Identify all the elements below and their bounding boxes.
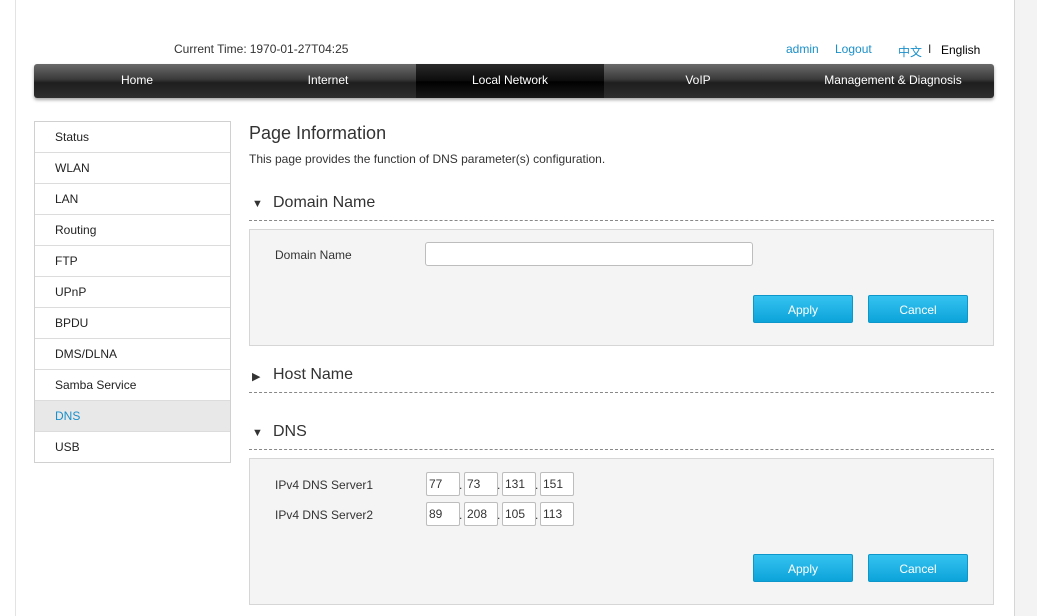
section-title-dns: DNS (273, 423, 307, 440)
sidebar-item-dns[interactable]: DNS (35, 401, 230, 432)
expand-arrow-icon: ▼ (252, 427, 263, 439)
sidebar-item-lan[interactable]: LAN (35, 184, 230, 215)
domain-apply-button[interactable]: Apply (753, 295, 853, 323)
section-title-domain-name: Domain Name (273, 194, 376, 211)
dns-server2-octet-2[interactable]: 208 (464, 502, 498, 526)
ip-dot: . (459, 508, 463, 522)
sidebar-item-status[interactable]: Status (35, 122, 230, 153)
nav-tab-management-diagnosis[interactable]: Management & Diagnosis (792, 64, 994, 98)
sidebar-item-usb[interactable]: USB (35, 432, 230, 462)
nav-tab-home[interactable]: Home (34, 64, 240, 98)
section-title-host-name: Host Name (273, 366, 354, 383)
domain-cancel-button[interactable]: Cancel (868, 295, 968, 323)
domain-name-panel: Domain Name Apply Cancel (249, 229, 994, 346)
main-nav: Home Internet Local Network VoIP Managem… (34, 64, 994, 98)
sidebar: Status WLAN LAN Routing FTP UPnP BPDU DM… (34, 121, 231, 463)
current-time-label: Current Time: (174, 42, 247, 56)
language-english-link[interactable]: English (941, 43, 980, 57)
ip-dot: . (497, 508, 501, 522)
logout-link[interactable]: Logout (835, 42, 872, 56)
dns-server2-label: IPv4 DNS Server2 (275, 508, 374, 522)
ip-dot: . (497, 478, 501, 492)
expand-arrow-icon: ▼ (252, 198, 263, 210)
dns-server2-octet-3[interactable]: 105 (502, 502, 536, 526)
dns-cancel-button[interactable]: Cancel (868, 554, 968, 582)
page-title: Page Information (249, 123, 387, 143)
ip-dot: . (535, 478, 539, 492)
domain-name-input[interactable] (425, 242, 753, 266)
domain-name-label: Domain Name (275, 248, 352, 262)
sidebar-item-wlan[interactable]: WLAN (35, 153, 230, 184)
ip-dot: . (459, 478, 463, 492)
dns-server1-octet-2[interactable]: 73 (464, 472, 498, 496)
user-link[interactable]: admin (786, 42, 819, 56)
section-header-domain-name[interactable]: ▼ Domain Name (249, 192, 994, 221)
dns-apply-button[interactable]: Apply (753, 554, 853, 582)
page-scrollbar-track[interactable] (1014, 0, 1037, 616)
nav-tab-voip[interactable]: VoIP (604, 64, 792, 98)
current-time: Current Time: 1970-01-27T04:25 (174, 42, 348, 56)
dns-panel: IPv4 DNS Server1 77 . 73 . 131 . 151 IPv… (249, 458, 994, 605)
dns-server2-octet-1[interactable]: 89 (426, 502, 460, 526)
sidebar-item-bpdu[interactable]: BPDU (35, 308, 230, 339)
section-header-host-name[interactable]: ▶ Host Name (249, 364, 994, 393)
dns-server1-label: IPv4 DNS Server1 (275, 478, 374, 492)
ip-dot: . (535, 508, 539, 522)
sidebar-item-ftp[interactable]: FTP (35, 246, 230, 277)
nav-tab-internet[interactable]: Internet (240, 64, 416, 98)
language-chinese-link[interactable]: 中文 (898, 43, 922, 60)
sidebar-item-dms-dlna[interactable]: DMS/DLNA (35, 339, 230, 370)
collapse-arrow-icon: ▶ (252, 371, 261, 383)
nav-tab-local-network[interactable]: Local Network (416, 64, 604, 98)
sidebar-item-routing[interactable]: Routing (35, 215, 230, 246)
dns-server1-octet-1[interactable]: 77 (426, 472, 460, 496)
dns-server1-octet-3[interactable]: 131 (502, 472, 536, 496)
dns-server2-octet-4[interactable]: 113 (540, 502, 574, 526)
dns-server1-octet-4[interactable]: 151 (540, 472, 574, 496)
top-bar: Current Time: 1970-01-27T04:25 admin Logo… (34, 40, 994, 60)
sidebar-item-upnp[interactable]: UPnP (35, 277, 230, 308)
language-separator: I (928, 42, 932, 56)
sidebar-item-samba-service[interactable]: Samba Service (35, 370, 230, 401)
current-time-value: 1970-01-27T04:25 (249, 42, 349, 56)
section-header-dns[interactable]: ▼ DNS (249, 421, 994, 450)
page-frame-left (0, 0, 16, 616)
page-description: This page provides the function of DNS p… (249, 152, 606, 166)
